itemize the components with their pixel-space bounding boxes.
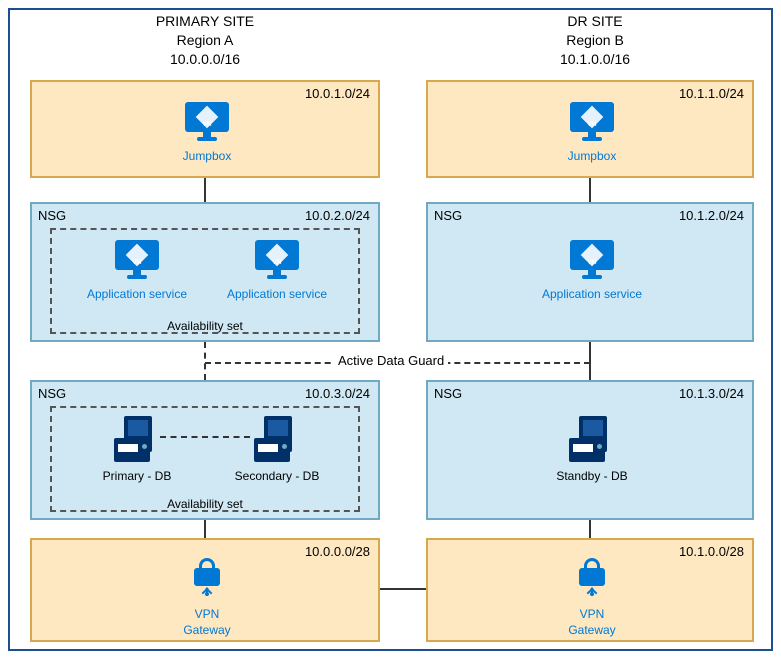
primary-site-header: PRIMARY SITE Region A 10.0.0.0/16 [110, 12, 300, 69]
dr-site-region: Region B [500, 31, 690, 50]
vm-icon: VM [570, 102, 614, 142]
dr-jumpbox: VM Jumpbox [552, 102, 632, 163]
primary-app-cidr: 10.0.2.0/24 [305, 208, 370, 223]
primary-app-avail-label: Availability set [52, 319, 358, 333]
dr-app-service: VM Application service [537, 240, 647, 301]
primary-jumpbox: VM Jumpbox [167, 102, 247, 163]
dr-site-cidr: 10.1.0.0/16 [500, 50, 690, 69]
primary-db-cidr: 10.0.3.0/24 [305, 386, 370, 401]
primary-jump-subnet: 10.0.1.0/24 VM Jumpbox [30, 80, 380, 178]
vm-icon: VM [185, 102, 229, 142]
database-icon [569, 416, 615, 462]
primary-site-region: Region A [110, 31, 300, 50]
dr-db-subnet: NSG 10.1.3.0/24 Standby - DB [426, 380, 754, 520]
primary-site-cidr: 10.0.0.0/16 [110, 50, 300, 69]
connector-dashed [204, 342, 206, 380]
primary-vpn-subnet: 10.0.0.0/28 VPN Gateway [30, 538, 380, 642]
dr-vpn-cidr: 10.1.0.0/28 [679, 544, 744, 559]
secondary-db-label: Secondary - DB [222, 469, 332, 483]
primary-vpn-cidr: 10.0.0.0/28 [305, 544, 370, 559]
standby-db-label: Standby - DB [537, 469, 647, 483]
vm-icon: VM [255, 240, 299, 280]
dr-vpn-l2: Gateway [562, 623, 622, 637]
dr-jump-subnet: 10.1.1.0/24 VM Jumpbox [426, 80, 754, 178]
dr-jumpbox-label: Jumpbox [552, 149, 632, 163]
database-icon [114, 416, 160, 462]
primary-db: Primary - DB [82, 416, 192, 483]
dr-site-title: DR SITE [500, 12, 690, 31]
primary-app-service-2: VM Application service [222, 240, 332, 301]
connector [589, 342, 591, 380]
standby-db: Standby - DB [537, 416, 647, 483]
vpn-gateway-icon [574, 558, 610, 600]
connector [204, 520, 206, 538]
vm-icon: VM [115, 240, 159, 280]
primary-app-service-1: VM Application service [82, 240, 192, 301]
dr-db-cidr: 10.1.3.0/24 [679, 386, 744, 401]
connector [204, 178, 206, 202]
connector-dashed [160, 436, 250, 438]
primary-app-subnet: NSG 10.0.2.0/24 VM Application service V… [30, 202, 380, 342]
primary-app-avail-set: VM Application service VM Application se… [50, 228, 360, 334]
primary-db-nsg: NSG [38, 386, 66, 401]
dr-jump-cidr: 10.1.1.0/24 [679, 86, 744, 101]
dr-app-cidr: 10.1.2.0/24 [679, 208, 744, 223]
dr-app-nsg: NSG [434, 208, 462, 223]
active-data-guard-label: Active Data Guard [334, 353, 448, 368]
primary-app-service-1-label: Application service [82, 287, 192, 301]
dr-app-subnet: NSG 10.1.2.0/24 VM Application service [426, 202, 754, 342]
diagram-canvas: PRIMARY SITE Region A 10.0.0.0/16 DR SIT… [8, 8, 773, 651]
primary-vpn-l2: Gateway [177, 623, 237, 637]
primary-app-service-2-label: Application service [222, 287, 332, 301]
vm-icon: VM [570, 240, 614, 280]
primary-app-nsg: NSG [38, 208, 66, 223]
dr-vpn-subnet: 10.1.0.0/28 VPN Gateway [426, 538, 754, 642]
primary-jumpbox-label: Jumpbox [167, 149, 247, 163]
primary-db-label: Primary - DB [82, 469, 192, 483]
primary-jump-cidr: 10.0.1.0/24 [305, 86, 370, 101]
connector [380, 588, 426, 590]
connector [589, 520, 591, 538]
secondary-db: Secondary - DB [222, 416, 332, 483]
primary-db-avail-label: Availability set [52, 497, 358, 511]
primary-site-title: PRIMARY SITE [110, 12, 300, 31]
connector [589, 178, 591, 202]
primary-vpn-gateway: VPN Gateway [177, 558, 237, 638]
primary-vpn-l1: VPN [177, 607, 237, 621]
dr-db-nsg: NSG [434, 386, 462, 401]
database-icon [254, 416, 300, 462]
dr-vpn-gateway: VPN Gateway [562, 558, 622, 638]
dr-vpn-l1: VPN [562, 607, 622, 621]
primary-db-subnet: NSG 10.0.3.0/24 Primary - DB Secondary -… [30, 380, 380, 520]
vpn-gateway-icon [189, 558, 225, 600]
dr-site-header: DR SITE Region B 10.1.0.0/16 [500, 12, 690, 69]
dr-app-service-label: Application service [537, 287, 647, 301]
primary-db-avail-set: Primary - DB Secondary - DB Availability… [50, 406, 360, 512]
